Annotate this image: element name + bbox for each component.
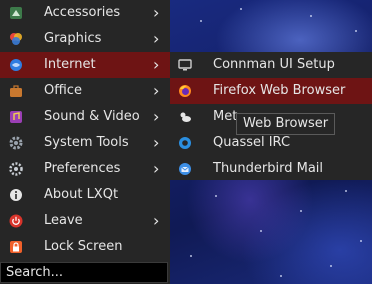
menu-item-label: Preferences: [44, 161, 121, 176]
submenu-arrow-icon: ›: [153, 29, 160, 48]
monitor-icon: [178, 58, 192, 72]
menu-item-sound-video[interactable]: Sound & Video ›: [0, 104, 170, 130]
menu-item-label: System Tools: [44, 135, 129, 150]
submenu-item-label: Thunderbird Mail: [213, 161, 324, 176]
menu-item-label: Office: [44, 83, 82, 98]
thunderbird-icon: [178, 162, 192, 176]
submenu-item-connman-ui-setup[interactable]: Connman UI Setup: [170, 52, 372, 78]
quassel-icon: [178, 136, 192, 150]
menu-item-lock-screen[interactable]: Lock Screen: [0, 234, 170, 260]
firefox-icon: [178, 84, 192, 98]
menu-item-label: Leave: [44, 213, 83, 228]
menu-item-label: Sound & Video: [44, 109, 140, 124]
preferences-icon: [9, 162, 23, 176]
menu-item-label: Accessories: [44, 5, 121, 20]
submenu-item-firefox[interactable]: Firefox Web Browser: [170, 78, 372, 104]
menu-item-label: Internet: [44, 57, 96, 72]
menu-item-internet[interactable]: Internet ›: [0, 52, 170, 78]
submenu-arrow-icon: ›: [153, 81, 160, 100]
menu-item-label: Lock Screen: [44, 239, 123, 254]
submenu-item-thunderbird-mail[interactable]: Thunderbird Mail: [170, 156, 372, 182]
menu-item-system-tools[interactable]: System Tools ›: [0, 130, 170, 156]
submenu-item-label: Quassel IRC: [213, 135, 291, 150]
graphics-icon: [9, 32, 23, 46]
search-input[interactable]: [0, 262, 168, 283]
menu-item-label: Graphics: [44, 31, 102, 46]
menu-item-about-lxqt[interactable]: About LXQt: [0, 182, 170, 208]
submenu-arrow-icon: ›: [153, 107, 160, 126]
tooltip: Web Browser: [236, 113, 336, 135]
submenu-arrow-icon: ›: [153, 211, 160, 230]
system-tools-icon: [9, 136, 23, 150]
menu-item-leave[interactable]: Leave ›: [0, 208, 170, 234]
office-icon: [9, 84, 23, 98]
submenu-arrow-icon: ›: [153, 159, 160, 178]
submenu-arrow-icon: ›: [153, 3, 160, 22]
application-menu: Accessories › Graphics › Internet › Offi…: [0, 0, 170, 284]
info-icon: [9, 188, 23, 202]
submenu-arrow-icon: ›: [153, 133, 160, 152]
weather-icon: [178, 110, 192, 124]
submenu-item-label: Firefox Web Browser: [213, 83, 346, 98]
sound-video-icon: [9, 110, 23, 124]
lock-icon: [9, 240, 23, 254]
menu-item-label: About LXQt: [44, 187, 119, 202]
accessories-icon: [9, 6, 23, 20]
menu-item-accessories[interactable]: Accessories ›: [0, 0, 170, 26]
submenu-arrow-icon: ›: [153, 55, 160, 74]
menu-item-office[interactable]: Office ›: [0, 78, 170, 104]
menu-item-graphics[interactable]: Graphics ›: [0, 26, 170, 52]
submenu-item-label: Connman UI Setup: [213, 57, 335, 72]
submenu-item-label: Met: [213, 109, 238, 124]
internet-icon: [9, 58, 23, 72]
power-icon: [9, 214, 23, 228]
menu-item-preferences[interactable]: Preferences ›: [0, 156, 170, 182]
